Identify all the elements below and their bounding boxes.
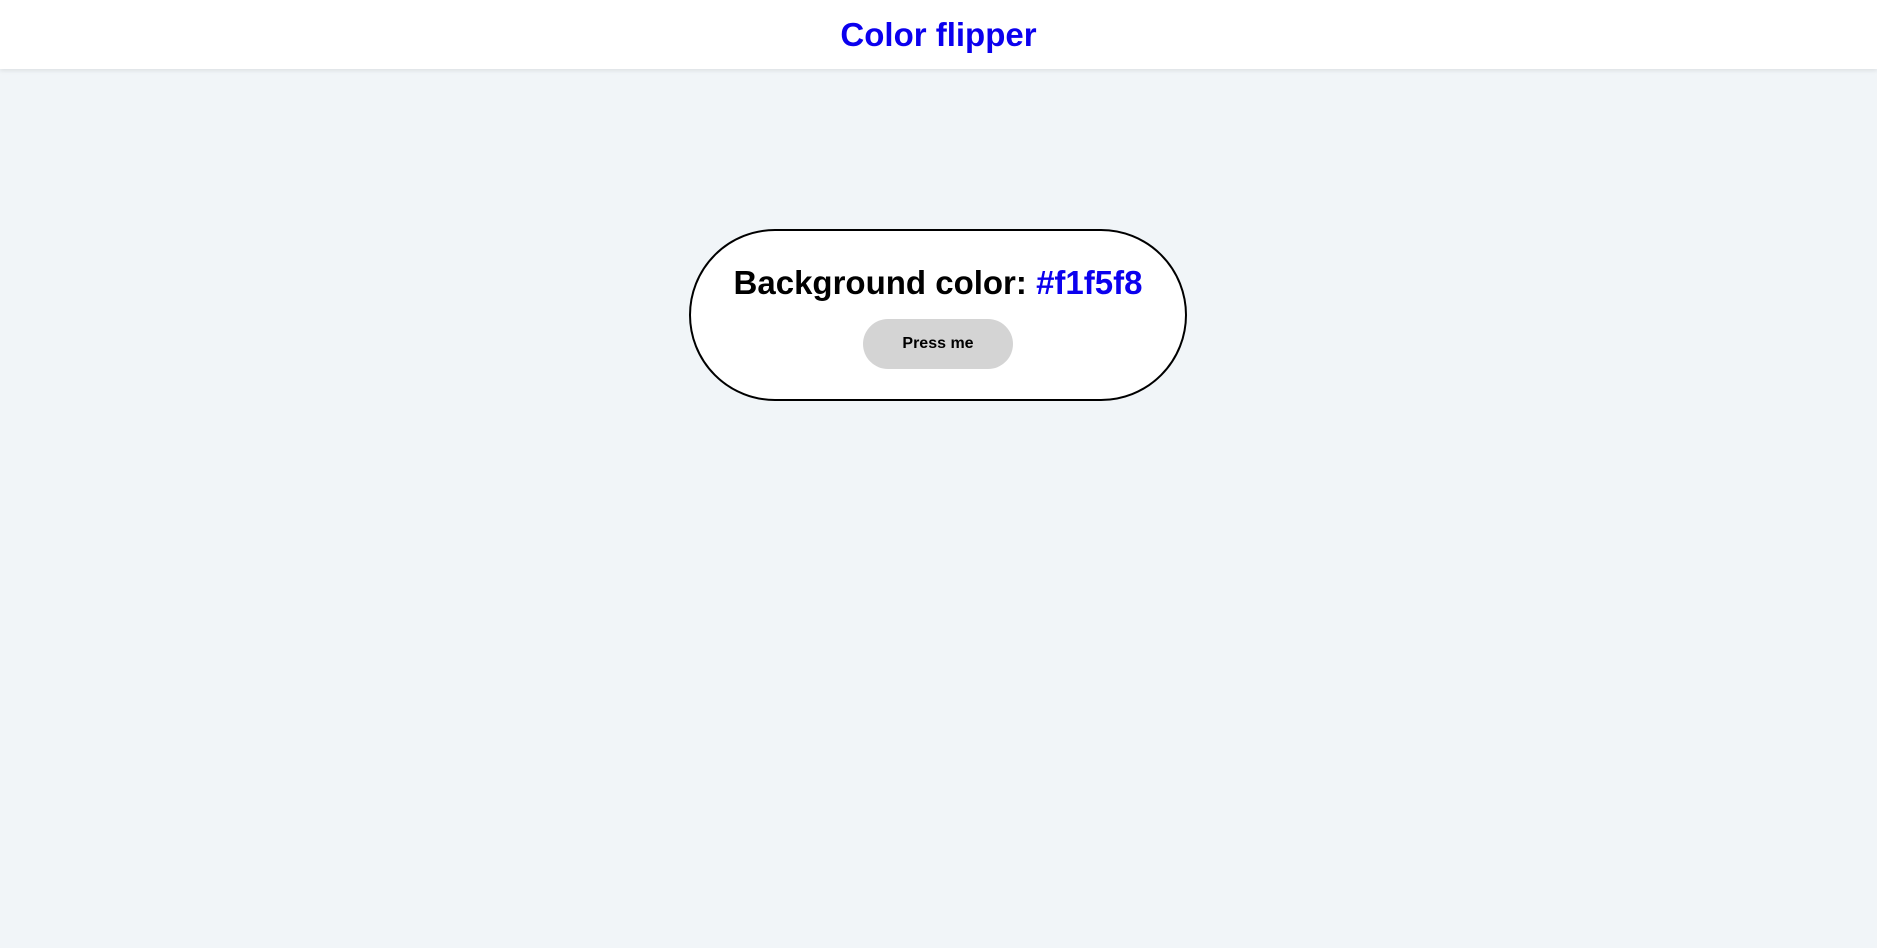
navbar: Color flipper	[0, 0, 1877, 69]
background-color-label: Background color:	[733, 264, 1037, 301]
color-value: #f1f5f8	[1036, 264, 1143, 301]
page-title: Color flipper	[840, 16, 1037, 53]
background-color-heading: Background color: #f1f5f8	[733, 264, 1143, 301]
color-card: Background color: #f1f5f8 Press me	[689, 229, 1187, 401]
press-me-button[interactable]: Press me	[863, 319, 1013, 370]
